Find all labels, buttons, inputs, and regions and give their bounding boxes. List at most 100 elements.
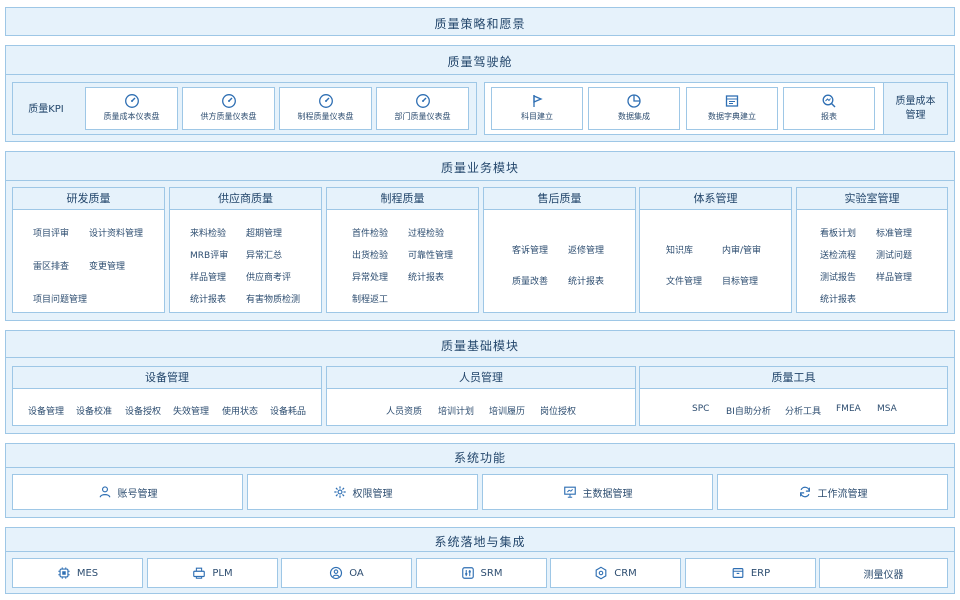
business-module-title: 研发质量 xyxy=(13,188,164,210)
module-item[interactable]: 统计报表 xyxy=(820,292,856,305)
module-item[interactable]: 出货检验 xyxy=(352,248,388,261)
module-item[interactable]: 项目评审 xyxy=(33,226,69,239)
cockpit-tool-card[interactable]: 科目建立 xyxy=(491,87,583,130)
module-item[interactable]: 异常处理 xyxy=(352,270,388,283)
business-module-card: 体系管理知识库 内审/管审文件管理 目标管理 xyxy=(639,187,792,313)
integration-system-button[interactable]: PLM xyxy=(147,558,278,588)
integration-header: 系统落地与集成 xyxy=(6,528,954,552)
kpi-dashboard-card[interactable]: 供方质量仪表盘 xyxy=(182,87,275,130)
business-module-card: 实验室管理看板计划 标准管理送检流程 测试问题测试报告 样品管理统计报表 xyxy=(796,187,948,313)
integration-system-label: ERP xyxy=(750,567,771,579)
module-item[interactable]: 看板计划 xyxy=(820,226,856,239)
cockpit-tool-card[interactable]: 报表 xyxy=(783,87,875,130)
business-module-title: 实验室管理 xyxy=(797,188,947,210)
module-item[interactable]: 样品管理 xyxy=(876,270,912,283)
module-item[interactable]: 培训履历 xyxy=(489,404,525,417)
module-item[interactable]: 设备管理 xyxy=(28,404,64,417)
system-function-button[interactable]: 账号管理 xyxy=(12,474,243,510)
cockpit-tool-card[interactable]: 数据字典建立 xyxy=(686,87,778,130)
cockpit-tool-label: 数据集成 xyxy=(618,112,650,121)
business-module-title: 体系管理 xyxy=(640,188,791,210)
module-item[interactable]: 标准管理 xyxy=(876,226,912,239)
module-item[interactable]: 设备校准 xyxy=(76,404,112,417)
module-item[interactable]: 异常汇总 xyxy=(246,248,282,261)
module-item[interactable]: 雷区排查 xyxy=(33,259,69,272)
gauge-icon xyxy=(415,94,430,108)
cockpit-tool-label: 报表 xyxy=(821,112,837,121)
system-function-button[interactable]: 工作流管理 xyxy=(717,474,948,510)
module-item[interactable]: 知识库 xyxy=(666,243,693,256)
module-item[interactable]: 制程返工 xyxy=(352,292,388,305)
module-item[interactable]: 超期管理 xyxy=(246,226,282,239)
module-item[interactable]: FMEA xyxy=(836,404,861,414)
module-item[interactable]: 设备授权 xyxy=(125,404,161,417)
user-icon xyxy=(99,486,110,498)
gear-icon xyxy=(333,486,346,498)
module-item[interactable]: 返修管理 xyxy=(568,243,604,256)
module-item[interactable]: 使用状态 xyxy=(222,404,258,417)
module-item[interactable]: 首件检验 xyxy=(352,226,388,239)
cockpit-tool-label: 科目建立 xyxy=(521,112,553,121)
module-item[interactable]: SPC xyxy=(692,404,709,414)
business-module-card: 供应商质量来料检验 超期管理 MRB评审 异常汇总样品管理 供应商考评统计报表 有害物质检… xyxy=(169,187,322,313)
module-item[interactable]: 变更管理 xyxy=(89,259,125,272)
module-item[interactable]: 项目问题管理 xyxy=(33,292,87,305)
module-item[interactable]: 设计资料管理 xyxy=(89,226,143,239)
module-item[interactable]: 文件管理 xyxy=(666,274,702,287)
system-function-button[interactable]: 权限管理 xyxy=(247,474,478,510)
module-item[interactable]: 统计报表 xyxy=(408,270,444,283)
sliders-icon xyxy=(461,567,474,579)
module-item[interactable]: MRB评审 xyxy=(190,248,228,261)
module-item[interactable]: 统计报表 xyxy=(568,274,604,287)
module-item[interactable]: 测试问题 xyxy=(876,248,912,261)
foundation-module-title: 人员管理 xyxy=(327,367,635,389)
module-item[interactable]: 测试报告 xyxy=(820,270,856,283)
gauge-icon xyxy=(221,94,236,108)
strategy-title: 质量策略和愿景 xyxy=(434,17,526,31)
module-item[interactable]: 设备耗品 xyxy=(270,404,306,417)
module-item[interactable]: 岗位授权 xyxy=(540,404,576,417)
kpi-dashboard-card[interactable]: 制程质量仪表盘 xyxy=(279,87,372,130)
system-title: 系统功能 xyxy=(453,451,506,465)
module-item[interactable]: 客诉管理 xyxy=(512,243,548,256)
business-module-title: 供应商质量 xyxy=(170,188,321,210)
module-item[interactable]: 样品管理 xyxy=(190,270,226,283)
system-function-label: 账号管理 xyxy=(117,488,158,500)
module-item[interactable]: 过程检验 xyxy=(408,226,444,239)
system-function-button[interactable]: 主数据管理 xyxy=(482,474,713,510)
integration-system-button[interactable]: MES xyxy=(12,558,143,588)
module-item[interactable]: 培训计划 xyxy=(438,404,474,417)
module-item[interactable]: MSA xyxy=(877,404,897,414)
integration-system-button[interactable]: SRM xyxy=(416,558,547,588)
module-item[interactable]: 供应商考评 xyxy=(246,270,291,283)
gauge-icon xyxy=(124,94,139,108)
kpi-dashboard-card[interactable]: 质量成本仪表盘 xyxy=(85,87,178,130)
integration-system-button[interactable]: OA xyxy=(281,558,412,588)
user-circle-icon xyxy=(330,566,343,580)
module-item[interactable]: 送检流程 xyxy=(820,248,856,261)
module-item[interactable]: 质量改善 xyxy=(512,274,548,287)
module-item[interactable]: 统计报表 xyxy=(190,292,226,305)
kpi-dashboard-label: 质量成本仪表盘 xyxy=(103,112,160,121)
business-module-card: 制程质量 首件检验 过程检验 出货检验 可靠性管理 异常处理 统计报表 制程返工 xyxy=(326,187,479,313)
system-function-label: 工作流管理 xyxy=(817,488,868,500)
flag-icon xyxy=(533,95,543,107)
module-item[interactable]: 来料检验 xyxy=(190,226,226,239)
module-item[interactable]: 分析工具 xyxy=(785,404,821,417)
module-item[interactable]: 内审/管审 xyxy=(722,243,761,256)
module-item[interactable]: 目标管理 xyxy=(722,274,758,287)
module-item[interactable]: 可靠性管理 xyxy=(408,248,453,261)
integration-system-button[interactable]: 测量仪器 xyxy=(819,558,948,588)
module-item[interactable]: 失效管理 xyxy=(173,404,209,417)
cockpit-tool-card[interactable]: 数据集成 xyxy=(588,87,680,130)
chip-icon xyxy=(58,567,70,579)
quality-cost-label: 质量成本 管理 xyxy=(895,95,936,121)
kpi-dashboard-label: 供方质量仪表盘 xyxy=(200,112,257,121)
module-item[interactable]: BI自助分析 xyxy=(726,404,771,417)
module-item[interactable]: 有害物质检测 xyxy=(246,292,300,305)
module-item[interactable]: 人员资质 xyxy=(386,404,422,417)
integration-system-button[interactable]: CRM xyxy=(550,558,681,588)
quality-cost-management[interactable]: 质量成本 管理 xyxy=(883,82,948,135)
integration-system-button[interactable]: ERP xyxy=(685,558,816,588)
kpi-dashboard-card[interactable]: 部门质量仪表盘 xyxy=(376,87,469,130)
